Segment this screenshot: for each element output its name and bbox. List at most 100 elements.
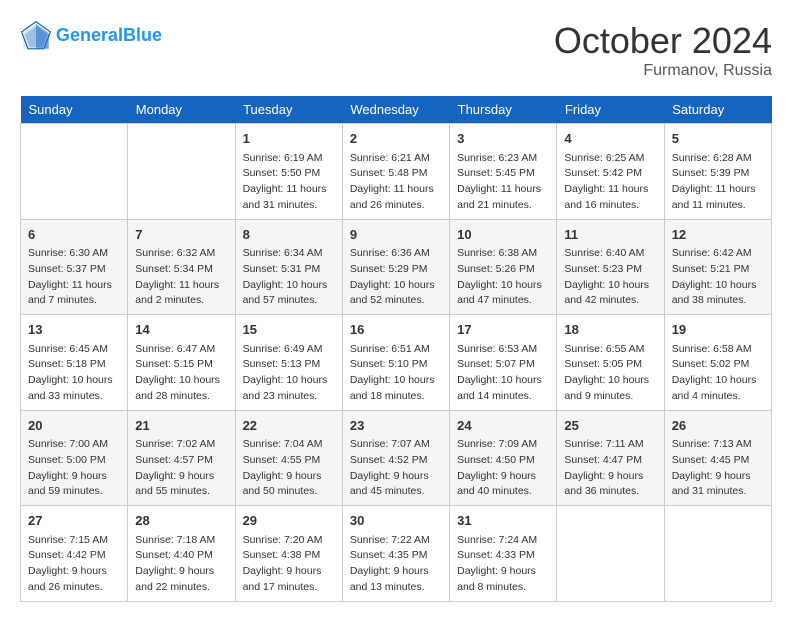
day-number: 18 [564, 320, 656, 340]
day-number: 14 [135, 320, 227, 340]
calendar-cell: 6Sunrise: 6:30 AMSunset: 5:37 PMDaylight… [21, 219, 128, 315]
day-info: Sunrise: 7:02 AMSunset: 4:57 PMDaylight:… [135, 437, 227, 500]
day-info: Sunrise: 6:34 AMSunset: 5:31 PMDaylight:… [243, 246, 335, 309]
calendar-cell: 3Sunrise: 6:23 AMSunset: 5:45 PMDaylight… [450, 124, 557, 220]
header-day-tuesday: Tuesday [235, 96, 342, 124]
header-day-friday: Friday [557, 96, 664, 124]
month-title: October 2024 [554, 20, 772, 62]
day-info: Sunrise: 6:49 AMSunset: 5:13 PMDaylight:… [243, 342, 335, 405]
day-number: 8 [243, 225, 335, 245]
header-day-saturday: Saturday [664, 96, 771, 124]
day-info: Sunrise: 7:04 AMSunset: 4:55 PMDaylight:… [243, 437, 335, 500]
day-info: Sunrise: 6:51 AMSunset: 5:10 PMDaylight:… [350, 342, 442, 405]
day-number: 16 [350, 320, 442, 340]
calendar-cell: 12Sunrise: 6:42 AMSunset: 5:21 PMDayligh… [664, 219, 771, 315]
day-info: Sunrise: 6:58 AMSunset: 5:02 PMDaylight:… [672, 342, 764, 405]
logo-line1: General [56, 25, 123, 45]
day-number: 22 [243, 416, 335, 436]
day-number: 17 [457, 320, 549, 340]
week-row-4: 20Sunrise: 7:00 AMSunset: 5:00 PMDayligh… [21, 410, 772, 506]
logo-icon [20, 20, 52, 52]
day-number: 11 [564, 225, 656, 245]
day-number: 2 [350, 129, 442, 149]
calendar-cell: 24Sunrise: 7:09 AMSunset: 4:50 PMDayligh… [450, 410, 557, 506]
day-info: Sunrise: 7:00 AMSunset: 5:00 PMDaylight:… [28, 437, 120, 500]
day-number: 30 [350, 511, 442, 531]
day-number: 25 [564, 416, 656, 436]
day-number: 4 [564, 129, 656, 149]
title-block: October 2024 Furmanov, Russia [554, 20, 772, 80]
day-number: 26 [672, 416, 764, 436]
week-row-3: 13Sunrise: 6:45 AMSunset: 5:18 PMDayligh… [21, 315, 772, 411]
calendar-cell: 31Sunrise: 7:24 AMSunset: 4:33 PMDayligh… [450, 506, 557, 602]
day-info: Sunrise: 6:53 AMSunset: 5:07 PMDaylight:… [457, 342, 549, 405]
day-info: Sunrise: 6:30 AMSunset: 5:37 PMDaylight:… [28, 246, 120, 309]
day-number: 3 [457, 129, 549, 149]
calendar-cell: 8Sunrise: 6:34 AMSunset: 5:31 PMDaylight… [235, 219, 342, 315]
header-row: SundayMondayTuesdayWednesdayThursdayFrid… [21, 96, 772, 124]
day-info: Sunrise: 7:09 AMSunset: 4:50 PMDaylight:… [457, 437, 549, 500]
day-info: Sunrise: 7:24 AMSunset: 4:33 PMDaylight:… [457, 533, 549, 596]
calendar-cell [557, 506, 664, 602]
day-number: 24 [457, 416, 549, 436]
day-number: 23 [350, 416, 442, 436]
calendar-cell: 18Sunrise: 6:55 AMSunset: 5:05 PMDayligh… [557, 315, 664, 411]
day-number: 21 [135, 416, 227, 436]
calendar-cell: 30Sunrise: 7:22 AMSunset: 4:35 PMDayligh… [342, 506, 449, 602]
day-info: Sunrise: 6:23 AMSunset: 5:45 PMDaylight:… [457, 151, 549, 214]
header-day-sunday: Sunday [21, 96, 128, 124]
calendar-cell: 9Sunrise: 6:36 AMSunset: 5:29 PMDaylight… [342, 219, 449, 315]
day-number: 20 [28, 416, 120, 436]
calendar-cell: 17Sunrise: 6:53 AMSunset: 5:07 PMDayligh… [450, 315, 557, 411]
day-info: Sunrise: 7:15 AMSunset: 4:42 PMDaylight:… [28, 533, 120, 596]
week-row-1: 1Sunrise: 6:19 AMSunset: 5:50 PMDaylight… [21, 124, 772, 220]
day-info: Sunrise: 6:32 AMSunset: 5:34 PMDaylight:… [135, 246, 227, 309]
calendar-cell: 13Sunrise: 6:45 AMSunset: 5:18 PMDayligh… [21, 315, 128, 411]
calendar-cell: 22Sunrise: 7:04 AMSunset: 4:55 PMDayligh… [235, 410, 342, 506]
calendar-cell: 29Sunrise: 7:20 AMSunset: 4:38 PMDayligh… [235, 506, 342, 602]
day-number: 5 [672, 129, 764, 149]
day-info: Sunrise: 6:47 AMSunset: 5:15 PMDaylight:… [135, 342, 227, 405]
day-number: 9 [350, 225, 442, 245]
calendar-cell [128, 124, 235, 220]
day-number: 10 [457, 225, 549, 245]
header-day-thursday: Thursday [450, 96, 557, 124]
day-number: 1 [243, 129, 335, 149]
day-info: Sunrise: 7:20 AMSunset: 4:38 PMDaylight:… [243, 533, 335, 596]
day-number: 31 [457, 511, 549, 531]
day-info: Sunrise: 6:40 AMSunset: 5:23 PMDaylight:… [564, 246, 656, 309]
day-info: Sunrise: 7:13 AMSunset: 4:45 PMDaylight:… [672, 437, 764, 500]
day-info: Sunrise: 6:21 AMSunset: 5:48 PMDaylight:… [350, 151, 442, 214]
day-info: Sunrise: 6:19 AMSunset: 5:50 PMDaylight:… [243, 151, 335, 214]
calendar-cell: 19Sunrise: 6:58 AMSunset: 5:02 PMDayligh… [664, 315, 771, 411]
calendar-cell: 28Sunrise: 7:18 AMSunset: 4:40 PMDayligh… [128, 506, 235, 602]
calendar-cell [664, 506, 771, 602]
header-day-monday: Monday [128, 96, 235, 124]
day-number: 12 [672, 225, 764, 245]
week-row-5: 27Sunrise: 7:15 AMSunset: 4:42 PMDayligh… [21, 506, 772, 602]
day-number: 13 [28, 320, 120, 340]
day-number: 15 [243, 320, 335, 340]
day-info: Sunrise: 6:45 AMSunset: 5:18 PMDaylight:… [28, 342, 120, 405]
calendar-cell: 21Sunrise: 7:02 AMSunset: 4:57 PMDayligh… [128, 410, 235, 506]
calendar-cell [21, 124, 128, 220]
day-info: Sunrise: 6:36 AMSunset: 5:29 PMDaylight:… [350, 246, 442, 309]
calendar-cell: 10Sunrise: 6:38 AMSunset: 5:26 PMDayligh… [450, 219, 557, 315]
calendar-cell: 4Sunrise: 6:25 AMSunset: 5:42 PMDaylight… [557, 124, 664, 220]
day-info: Sunrise: 7:22 AMSunset: 4:35 PMDaylight:… [350, 533, 442, 596]
calendar-cell: 2Sunrise: 6:21 AMSunset: 5:48 PMDaylight… [342, 124, 449, 220]
calendar-cell: 27Sunrise: 7:15 AMSunset: 4:42 PMDayligh… [21, 506, 128, 602]
day-number: 6 [28, 225, 120, 245]
day-info: Sunrise: 6:42 AMSunset: 5:21 PMDaylight:… [672, 246, 764, 309]
day-info: Sunrise: 6:55 AMSunset: 5:05 PMDaylight:… [564, 342, 656, 405]
day-info: Sunrise: 6:25 AMSunset: 5:42 PMDaylight:… [564, 151, 656, 214]
logo-line2: Blue [123, 25, 162, 45]
calendar-cell: 1Sunrise: 6:19 AMSunset: 5:50 PMDaylight… [235, 124, 342, 220]
day-number: 19 [672, 320, 764, 340]
calendar-cell: 11Sunrise: 6:40 AMSunset: 5:23 PMDayligh… [557, 219, 664, 315]
calendar-table: SundayMondayTuesdayWednesdayThursdayFrid… [20, 96, 772, 602]
calendar-cell: 26Sunrise: 7:13 AMSunset: 4:45 PMDayligh… [664, 410, 771, 506]
page-header: GeneralBlue October 2024 Furmanov, Russi… [20, 20, 772, 80]
header-day-wednesday: Wednesday [342, 96, 449, 124]
calendar-cell: 7Sunrise: 6:32 AMSunset: 5:34 PMDaylight… [128, 219, 235, 315]
